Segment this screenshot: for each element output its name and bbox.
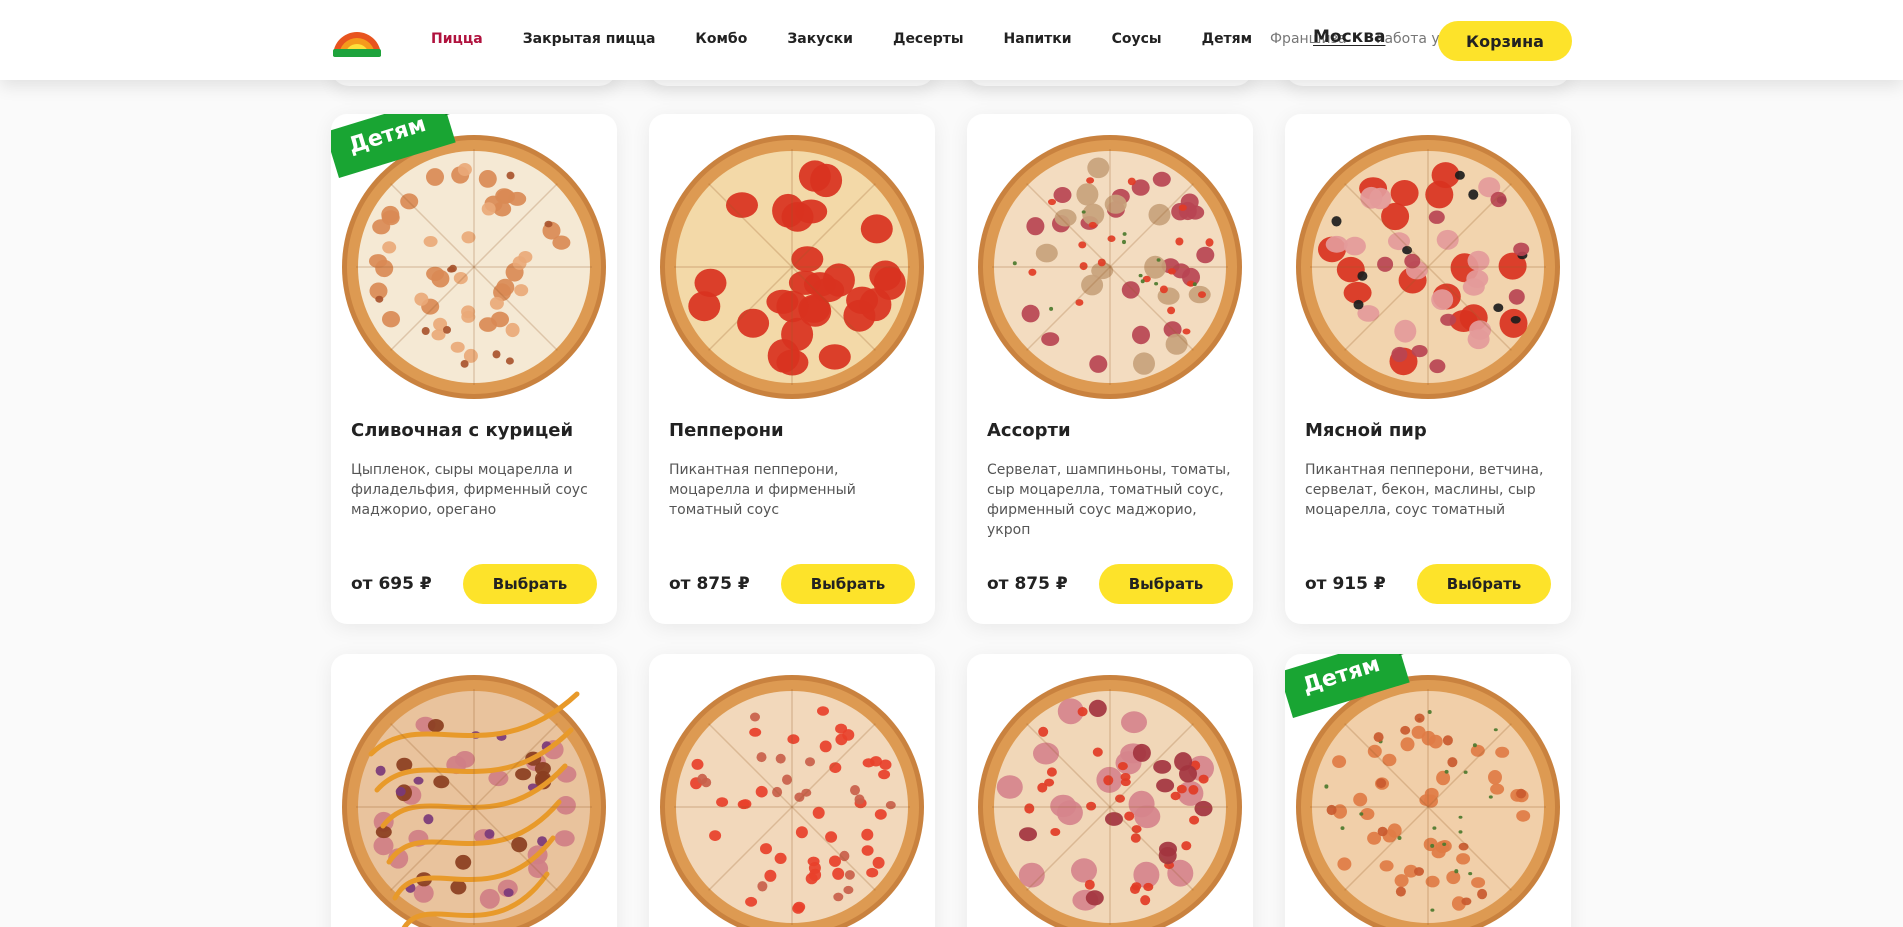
product-price: от 875 ₽: [669, 574, 750, 594]
product-description: Сервелат, шампиньоны, томаты, сыр моцаре…: [987, 462, 1231, 538]
nav-item-closed-pizza[interactable]: Закрытая пицца: [523, 31, 656, 47]
product-card[interactable]: [649, 654, 935, 927]
nav-item-snacks[interactable]: Закуски: [787, 31, 853, 47]
choose-button[interactable]: Выбрать: [1099, 564, 1233, 604]
product-title[interactable]: Мясной пир: [1305, 420, 1427, 441]
product-card[interactable]: [967, 654, 1253, 927]
pizza-image[interactable]: [659, 674, 925, 927]
nav-item-drinks[interactable]: Напитки: [1004, 31, 1072, 47]
pizza-image[interactable]: [341, 674, 607, 927]
product-title[interactable]: Пепперони: [669, 420, 784, 441]
product-title[interactable]: Ассорти: [987, 420, 1071, 441]
kids-badge: Детям: [1285, 654, 1421, 722]
pizza-image[interactable]: [659, 134, 925, 400]
product-card[interactable]: [331, 654, 617, 927]
product-card[interactable]: Ассорти Сервелат, шампиньоны, томаты, сыр…: [967, 114, 1253, 624]
product-title[interactable]: Сливочная с курицей: [351, 420, 573, 441]
product-description: Пикантная пепперони, моцарелла и фирменн…: [669, 462, 856, 518]
product-description: Цыпленок, сыры моцарелла и филадельфия, …: [351, 462, 588, 518]
city-selector[interactable]: Москва: [1313, 27, 1385, 47]
product-card[interactable]: Мясной пир Пикантная пепперони, ветчина, …: [1285, 114, 1571, 624]
product-price: от 875 ₽: [987, 574, 1068, 594]
choose-button[interactable]: Выбрать: [781, 564, 915, 604]
nav-item-combo[interactable]: Комбо: [695, 31, 747, 47]
product-price: от 915 ₽: [1305, 574, 1386, 594]
site-header: Пицца Закрытая пицца Комбо Закуски Десер…: [0, 0, 1903, 80]
nav-item-desserts[interactable]: Десерты: [893, 31, 964, 47]
logo-icon[interactable]: [331, 18, 383, 58]
pizza-image[interactable]: [977, 134, 1243, 400]
product-card[interactable]: Пепперони Пикантная пепперони, моцарелла …: [649, 114, 935, 624]
product-description: Пикантная пепперони, ветчина, сервелат, …: [1305, 462, 1544, 518]
choose-button[interactable]: Выбрать: [1417, 564, 1551, 604]
choose-button[interactable]: Выбрать: [463, 564, 597, 604]
badge-fold: [441, 114, 457, 116]
nav-item-sauces[interactable]: Соусы: [1112, 31, 1162, 47]
product-card[interactable]: Детям Сливочная с курицей Цыпленок, сыры м…: [331, 114, 617, 624]
kids-badge: Детям: [331, 114, 467, 182]
cart-button[interactable]: Корзина: [1438, 21, 1572, 61]
pizza-image[interactable]: [977, 674, 1243, 927]
product-price: от 695 ₽: [351, 574, 432, 594]
pizza-image[interactable]: [1295, 134, 1561, 400]
nav-item-kids[interactable]: Детям: [1202, 31, 1253, 47]
badge-fold: [1395, 654, 1411, 656]
product-card[interactable]: Детям: [1285, 654, 1571, 927]
nav-item-pizza[interactable]: Пицца: [431, 31, 483, 47]
main-nav: Пицца Закрытая пицца Комбо Закуски Десер…: [431, 31, 1292, 47]
